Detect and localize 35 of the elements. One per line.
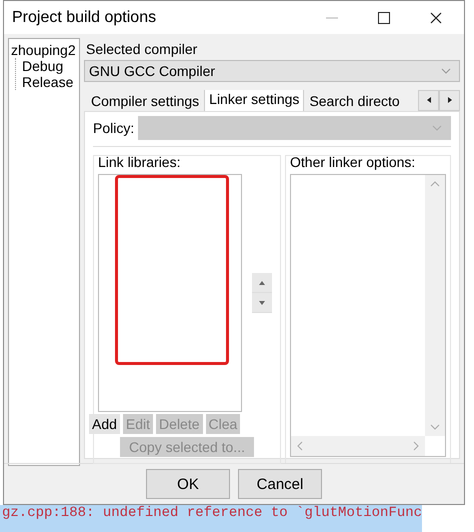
list-action-button[interactable]: Add [89, 414, 120, 434]
link-libraries-label: Link libraries: [98, 154, 182, 172]
scroll-right-button[interactable] [439, 90, 460, 111]
other-linker-options-label: Other linker options: [290, 154, 416, 172]
chevron-up-icon[interactable] [430, 181, 440, 187]
maximize-icon[interactable] [378, 12, 390, 24]
move-up-button[interactable] [252, 273, 272, 293]
scroll-left-button[interactable] [418, 90, 439, 111]
dialog-button[interactable]: OK [146, 469, 230, 499]
window-title: Project build options [12, 8, 158, 26]
selected-compiler-label: Selected compiler [85, 40, 198, 59]
vertical-scrollbar[interactable] [425, 175, 445, 436]
tree-item[interactable]: Debug [22, 58, 79, 74]
tab[interactable]: Linker settings [204, 90, 304, 111]
triangle-right-icon [448, 97, 452, 104]
chevron-right-icon[interactable] [413, 441, 419, 451]
chevron-down-icon [432, 125, 442, 131]
compiler-dropdown[interactable]: GNU GCC Compiler [84, 60, 460, 82]
tree-item[interactable]: Release [22, 74, 79, 90]
minimize-icon[interactable] [326, 16, 338, 18]
chevron-down-icon [441, 68, 451, 74]
tree-item[interactable]: zhouping2 [11, 42, 79, 58]
chevron-left-icon[interactable] [297, 441, 303, 451]
link-libraries-list[interactable] [98, 174, 242, 412]
triangle-down-icon [259, 300, 265, 304]
tab[interactable]: Search directo [304, 90, 405, 111]
horizontal-scrollbar[interactable] [291, 436, 425, 456]
policy-label: Policy: [93, 120, 134, 136]
move-down-button[interactable] [252, 293, 272, 313]
triangle-up-icon [259, 280, 265, 284]
tab[interactable]: Compiler settings [86, 90, 204, 111]
dialog-button[interactable]: Cancel [238, 469, 322, 499]
close-icon[interactable] [430, 12, 442, 24]
triangle-left-icon [426, 97, 430, 104]
chevron-down-icon[interactable] [430, 424, 440, 430]
